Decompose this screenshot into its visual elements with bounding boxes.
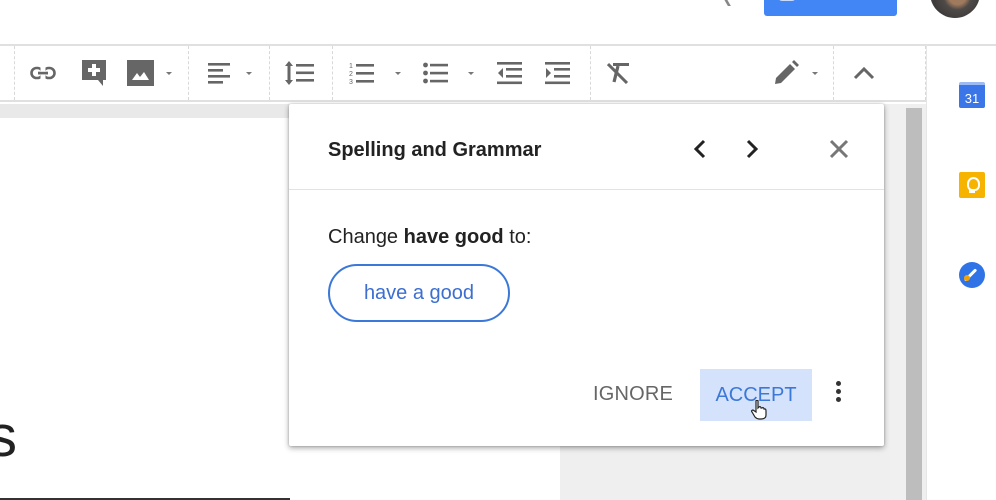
svg-text:2: 2 xyxy=(349,71,353,78)
close-icon xyxy=(829,139,849,159)
add-comment-button[interactable] xyxy=(80,58,108,88)
user-avatar[interactable] xyxy=(930,0,980,18)
numbered-list-icon: 1 2 3 xyxy=(349,63,374,85)
hand-cursor-icon xyxy=(751,400,767,420)
flagged-term: have good xyxy=(403,226,504,248)
dialog-title: Spelling and Grammar xyxy=(328,139,542,161)
ruler xyxy=(0,104,290,118)
toolbar-divider xyxy=(14,46,15,100)
google-docs-window: 1 2 3 s 31 Spelling and Grammar Change h… xyxy=(0,0,996,500)
suggestion-chip[interactable]: have a good xyxy=(328,264,510,322)
ignore-button[interactable]: IGNORE xyxy=(583,374,683,414)
insert-image-button[interactable] xyxy=(125,58,155,88)
more-vert-dot xyxy=(835,397,841,402)
more-vert-dot xyxy=(835,389,841,394)
close-button[interactable] xyxy=(824,134,854,164)
scrollbar-track[interactable] xyxy=(890,104,906,500)
align-button[interactable] xyxy=(207,58,233,88)
bulleted-list-dropdown-caret-icon[interactable] xyxy=(468,72,474,75)
spelling-grammar-dialog: Spelling and Grammar Change have good to… xyxy=(289,104,884,446)
increase-indent-button[interactable] xyxy=(544,58,572,88)
image-dropdown-caret-icon[interactable] xyxy=(166,72,172,75)
line-spacing-icon xyxy=(285,61,314,85)
suggestion-message: Change have good to: xyxy=(328,226,531,249)
lock-icon xyxy=(778,0,796,1)
editing-mode-button[interactable] xyxy=(771,58,801,88)
previous-suggestion-button[interactable] xyxy=(685,134,715,164)
clear-formatting-button[interactable] xyxy=(605,58,633,88)
chevron-left-icon xyxy=(693,139,706,159)
next-suggestion-button[interactable] xyxy=(737,134,767,164)
tasks-icon[interactable] xyxy=(959,262,985,288)
toolbar-divider xyxy=(332,46,333,100)
calendar-icon[interactable]: 31 xyxy=(959,82,985,108)
bulleted-list-button[interactable] xyxy=(422,58,450,88)
svg-text:1: 1 xyxy=(349,63,353,70)
toolbar-divider xyxy=(833,46,834,100)
pencil-icon xyxy=(775,60,799,84)
share-button[interactable] xyxy=(764,0,897,16)
clear-formatting-icon xyxy=(607,62,629,84)
numbered-list-button[interactable]: 1 2 3 xyxy=(348,58,376,88)
increase-indent-icon xyxy=(545,62,570,85)
keep-icon[interactable] xyxy=(959,172,985,198)
toolbar-divider xyxy=(590,46,591,100)
align-left-icon xyxy=(208,63,230,84)
insert-link-button[interactable] xyxy=(28,58,58,88)
link-icon xyxy=(30,66,56,80)
arrow-icon xyxy=(713,0,731,6)
toolbar-divider xyxy=(269,46,270,100)
scrollbar-thumb[interactable] xyxy=(906,108,922,500)
image-icon xyxy=(126,60,154,86)
message-suffix: to: xyxy=(503,226,532,248)
collapse-toolbar-button[interactable] xyxy=(851,58,877,88)
editing-mode-dropdown-caret-icon[interactable] xyxy=(812,72,818,75)
more-vert-icon xyxy=(835,381,841,386)
formatting-toolbar: 1 2 3 xyxy=(0,44,926,102)
chevron-right-icon xyxy=(746,139,759,159)
dialog-header: Spelling and Grammar xyxy=(289,104,884,190)
numbered-list-dropdown-caret-icon[interactable] xyxy=(395,72,401,75)
chevron-up-icon xyxy=(853,66,875,80)
toolbar-divider xyxy=(188,46,189,100)
document-text: s xyxy=(0,404,17,469)
decrease-indent-button[interactable] xyxy=(496,58,524,88)
more-options-button[interactable] xyxy=(829,379,847,409)
bulleted-list-icon xyxy=(423,62,448,84)
side-panel: 31 xyxy=(926,44,996,500)
top-header xyxy=(0,0,996,44)
svg-text:3: 3 xyxy=(349,79,353,85)
decrease-indent-icon xyxy=(497,62,522,85)
line-spacing-button[interactable] xyxy=(285,58,315,88)
align-dropdown-caret-icon[interactable] xyxy=(246,72,252,75)
message-prefix: Change xyxy=(328,226,404,248)
add-comment-icon xyxy=(82,60,106,86)
